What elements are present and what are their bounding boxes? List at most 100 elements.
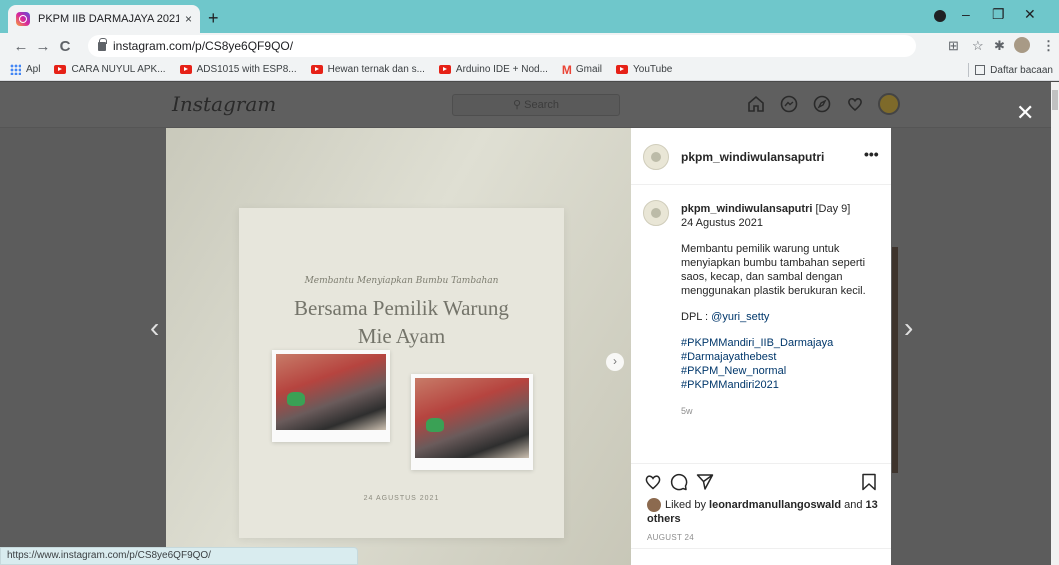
author-avatar[interactable] [643, 144, 669, 170]
youtube-icon [438, 65, 451, 74]
user-avatar-icon[interactable] [1014, 37, 1030, 53]
browser-menu-icon[interactable]: ⋮ [1042, 38, 1055, 54]
photo-image [276, 354, 386, 430]
bookmark-item[interactable]: Hewan ternak dan s... [310, 64, 425, 75]
image-subtitle: Membantu Menyiapkan Bumbu Tambahan [304, 276, 499, 286]
polaroid-photo-right [411, 374, 533, 470]
bookmark-item[interactable]: ADS1015 with ESP8... [179, 64, 297, 75]
post-caption: pkpm_windiwulansaputri [Day 9] 24 Agustu… [681, 202, 881, 418]
tab-close-icon[interactable]: × [185, 12, 192, 26]
explore-icon[interactable] [812, 94, 832, 114]
browser-tab-strip: PKPM IIB DARMAJAYA 2021 (@p × + – ❐ ✕ [0, 0, 1059, 33]
dpl-mention-link[interactable]: @yuri_setty [711, 311, 769, 323]
post-header: pkpm_windiwulansaputri ••• [631, 128, 891, 185]
post-actions-bar [631, 463, 891, 491]
liker-avatar[interactable] [647, 498, 661, 513]
post-date[interactable]: AUGUST 24 [647, 533, 694, 542]
bookmark-label: ADS1015 with ESP8... [196, 64, 297, 75]
tab-title: PKPM IIB DARMAJAYA 2021 (@p [38, 13, 179, 25]
image-title: Bersama Pemilik Warung Mie Ayam [239, 294, 564, 350]
youtube-icon [616, 65, 629, 74]
liked-by-user-link[interactable]: leonardmanullangoswald [709, 499, 841, 511]
browser-profile-icon[interactable] [934, 10, 946, 22]
caption-date: 24 Agustus 2021 [681, 217, 763, 229]
bookmark-star-icon[interactable]: ☆ [972, 38, 984, 54]
next-post-peek [892, 247, 898, 473]
hashtag-link[interactable]: #PKPM_New_normal [681, 364, 881, 378]
reading-list-label: Daftar bacaan [990, 64, 1053, 76]
status-bar-url: https://www.instagram.com/p/CS8ye6QF9QO/ [0, 547, 358, 565]
panel-divider [631, 548, 891, 549]
bookmark-label: Gmail [575, 64, 603, 75]
translate-icon[interactable]: ⊞ [948, 38, 959, 54]
minimize-button[interactable]: – [962, 6, 970, 22]
heart-icon[interactable] [845, 94, 865, 114]
reading-list-icon [975, 65, 986, 75]
instagram-logo[interactable]: Instagram [172, 92, 276, 116]
youtube-icon [54, 65, 67, 74]
more-options-icon[interactable]: ••• [864, 146, 879, 162]
dpl-label: DPL : [681, 311, 712, 323]
bookmarks-bar: Apl CARA NUYUL APK... ADS1015 with ESP8.… [0, 59, 1059, 81]
post-modal: Membantu Menyiapkan Bumbu Tambahan Bersa… [166, 128, 891, 565]
bookmark-item[interactable]: Arduino IDE + Nod... [438, 64, 548, 75]
search-placeholder: Search [524, 99, 559, 111]
bookmark-label: Hewan ternak dan s... [327, 64, 425, 75]
window-close-button[interactable]: ✕ [1024, 6, 1036, 23]
caption-username[interactable]: pkpm_windiwulansaputri [681, 203, 812, 215]
bookmark-item[interactable]: CARA NUYUL APK... [54, 64, 166, 75]
back-button[interactable]: ← [10, 38, 32, 55]
caption-body: Membantu pemilik warung untuk menyiapkan… [681, 243, 866, 297]
reload-button[interactable]: C [54, 38, 76, 55]
youtube-icon [310, 65, 323, 74]
bookmark-label: YouTube [633, 64, 673, 75]
extensions-icon[interactable]: ✱ [994, 38, 1005, 54]
bookmark-apps[interactable]: Apl [10, 64, 40, 75]
messenger-icon[interactable] [779, 94, 799, 114]
next-post-arrow[interactable]: › [904, 312, 913, 344]
close-modal-button[interactable]: ✕ [1016, 100, 1034, 126]
post-media[interactable]: Membantu Menyiapkan Bumbu Tambahan Bersa… [166, 128, 631, 565]
caption-day: [Day 9] [812, 203, 851, 215]
bookmark-gmail[interactable]: M Gmail [562, 63, 602, 77]
browser-toolbar: ← → C instagram.com/p/CS8ye6QF9QO/ [0, 33, 1059, 59]
profile-avatar[interactable] [878, 93, 900, 115]
share-icon[interactable] [695, 472, 715, 492]
save-icon[interactable] [859, 472, 879, 492]
bookmark-label: Arduino IDE + Nod... [455, 64, 548, 75]
page-scrollbar[interactable] [1051, 82, 1059, 565]
forward-button[interactable]: → [32, 38, 54, 55]
search-icon: ⚲ [513, 99, 525, 111]
image-title-line2: Mie Ayam [357, 324, 446, 348]
address-bar[interactable]: instagram.com/p/CS8ye6QF9QO/ [88, 35, 916, 57]
home-icon[interactable] [746, 94, 766, 114]
bookmark-label: CARA NUYUL APK... [71, 64, 166, 75]
new-tab-button[interactable]: + [208, 8, 219, 29]
post-image-card: Membantu Menyiapkan Bumbu Tambahan Bersa… [239, 208, 564, 538]
like-icon[interactable] [643, 472, 663, 492]
hashtag-link[interactable]: #Darmajayathebest [681, 350, 881, 364]
youtube-icon [179, 65, 192, 74]
hashtag-link[interactable]: #PKPMMandiri2021 [681, 378, 881, 392]
gmail-icon: M [561, 62, 572, 77]
lock-icon[interactable] [98, 37, 107, 51]
bookmark-youtube[interactable]: YouTube [616, 64, 672, 75]
search-input[interactable]: ⚲ Search [452, 94, 620, 116]
liked-by-and: and [841, 499, 866, 511]
bookmarks-separator [968, 63, 969, 77]
scrollbar-thumb[interactable] [1052, 90, 1058, 110]
comment-icon[interactable] [669, 472, 689, 492]
caption-time-ago: 5w [681, 406, 693, 416]
restore-button[interactable]: ❐ [992, 6, 1005, 23]
author-username[interactable]: pkpm_windiwulansaputri [681, 150, 824, 164]
caption-avatar[interactable] [643, 200, 669, 226]
photo-image [415, 378, 529, 458]
next-slide-button[interactable]: › [606, 353, 624, 371]
previous-post-arrow[interactable]: ‹ [150, 312, 159, 344]
browser-tab[interactable]: PKPM IIB DARMAJAYA 2021 (@p × [8, 5, 200, 33]
bookmark-label: Apl [26, 64, 41, 75]
reading-list-button[interactable]: Daftar bacaan [975, 59, 1053, 81]
hashtag-link[interactable]: #PKPMMandiri_IIB_Darmajaya [681, 336, 881, 350]
liked-by-prefix: Liked by [665, 499, 710, 511]
address-url[interactable]: instagram.com/p/CS8ye6QF9QO/ [113, 39, 293, 53]
